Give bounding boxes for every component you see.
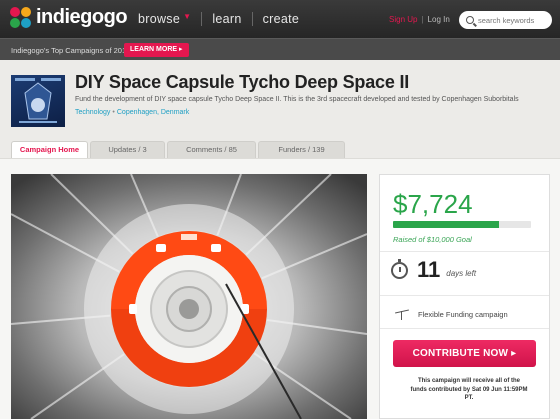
campaign-title: DIY Space Capsule Tycho Deep Space II [75,72,410,92]
tab-campaign-home[interactable]: Campaign Home [11,141,88,158]
stopwatch-icon [391,258,408,279]
tab-funders[interactable]: Funders / 139 [258,141,345,158]
divider [380,251,549,252]
campaign-thumbnail[interactable] [11,75,65,127]
promo-text: Indiegogo's Top Campaigns of 2012 [11,46,131,55]
top-nav: indiegogo browse ▼ learn create Sign Up | L… [0,0,560,38]
nav-divider [201,12,203,26]
funding-panel: $7,724 Raised of $10,000 Goal 11 days le… [379,174,550,419]
logo-icon [10,6,32,29]
contribute-button[interactable]: CONTRIBUTE NOW ▸ [393,340,536,367]
amount-raised: $7,724 [393,189,473,219]
divider [380,328,549,329]
days-left-number: 11 [417,257,441,282]
progress-fill [393,221,500,228]
tab-updates[interactable]: Updates / 3 [90,141,165,158]
auth-divider: | [421,15,424,24]
login-link[interactable]: Log In [428,15,450,24]
main-nav: browse ▼ learn create [138,12,299,26]
meta-separator: • [112,109,115,116]
promo-bar: Indiegogo's Top Campaigns of 2012 LEARN … [0,38,560,60]
nav-learn[interactable]: learn [212,12,241,26]
nav-divider [251,12,253,26]
progress-bar [393,221,531,228]
days-left: 11 days left [391,257,476,283]
campaign-hero-image[interactable] [11,174,367,419]
goal-text: Raised of $10,000 Goal [393,235,472,244]
nav-browse-label: browse [138,12,181,26]
days-left-label: days left [446,268,477,278]
funds-receipt-note: This campaign will receive all of the fu… [410,378,528,401]
campaign-subtitle: Fund the development of DIY space capsul… [75,96,519,103]
logo[interactable]: indiegogo [10,6,128,29]
divider [380,295,549,296]
funding-type: Flexible Funding campaign [394,308,508,320]
logo-text: indiegogo [36,6,128,28]
nav-create[interactable]: create [263,12,300,26]
search-icon[interactable] [466,16,474,24]
chevron-down-icon: ▼ [183,12,192,21]
signup-link[interactable]: Sign Up [389,15,417,24]
tab-comments[interactable]: Comments / 85 [167,141,256,158]
search-input[interactable] [478,15,550,25]
campaign-meta: Technology • Copenhagen, Denmark [75,109,189,116]
search-box[interactable] [459,11,552,29]
location-link[interactable]: Copenhagen, Denmark [117,109,189,116]
auth-links: Sign Up | Log In [389,15,450,24]
funding-type-label[interactable]: Flexible Funding campaign [418,310,508,319]
category-link[interactable]: Technology [75,109,110,116]
learn-more-button[interactable]: LEARN MORE ▸ [124,43,189,57]
scale-icon [394,308,410,320]
campaign-tabs: Campaign Home Updates / 3 Comments / 85 … [11,141,347,158]
nav-browse[interactable]: browse ▼ [138,12,191,26]
